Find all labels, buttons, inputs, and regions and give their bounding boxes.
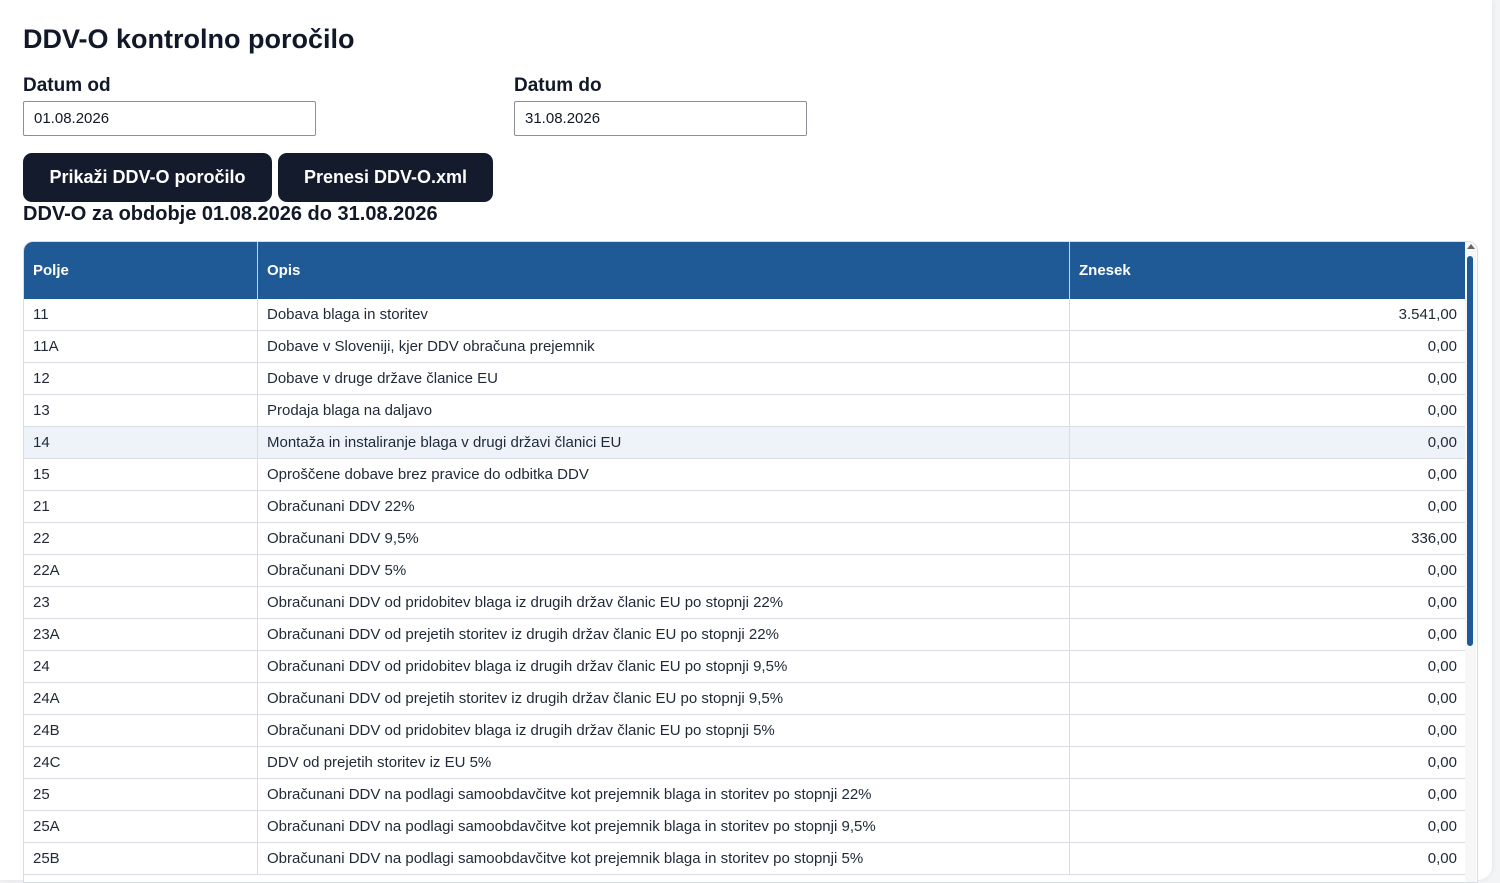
cell-znesek: 0,00 <box>1069 842 1466 875</box>
table-row[interactable]: 12 Dobave v druge države članice EU 0,00 <box>24 362 1466 395</box>
cell-polje: 21 <box>24 490 258 523</box>
table-row[interactable]: 23A Obračunani DDV od prejetih storitev i… <box>24 618 1466 651</box>
cell-polje: 24 <box>24 650 258 683</box>
cell-polje: 25B <box>24 842 258 875</box>
report-heading: DDV-O za obdobje 01.08.2026 do 31.08.202… <box>23 203 438 225</box>
show-report-button[interactable]: Prikaži DDV-O poročilo <box>23 153 272 202</box>
cell-znesek: 0,00 <box>1069 650 1466 683</box>
scroll-up-arrow-icon[interactable] <box>1467 244 1475 249</box>
table-row[interactable]: 21 Obračunani DDV 22% 0,00 <box>24 490 1466 523</box>
table-row[interactable]: 22A Obračunani DDV 5% 0,00 <box>24 554 1466 587</box>
date-from-input[interactable] <box>23 101 316 136</box>
table-row[interactable]: 25A Obračunani DDV na podlagi samoobdavči… <box>24 810 1466 843</box>
cell-znesek: 3.541,00 <box>1069 299 1466 331</box>
cell-polje: 13 <box>24 394 258 427</box>
cell-opis: Obračunani DDV na podlagi samoobdavčitve… <box>257 810 1070 843</box>
cell-polje: 14 <box>24 426 258 459</box>
cell-opis: Obračunani DDV od pridobitev blaga iz dr… <box>257 586 1070 619</box>
table-header-row: Polje Opis Znesek <box>24 242 1466 299</box>
cell-znesek: 0,00 <box>1069 426 1466 459</box>
page-title: DDV-O kontrolno poročilo <box>23 24 355 54</box>
cell-opis: Dobave v druge države članice EU <box>257 362 1070 395</box>
cell-opis: Obračunani DDV na podlagi samoobdavčitve… <box>257 778 1070 811</box>
cell-opis: Montaža in instaliranje blaga v drugi dr… <box>257 426 1070 459</box>
table-row[interactable]: 11 Dobava blaga in storitev 3.541,00 <box>24 299 1466 331</box>
cell-opis: Obračunani DDV od prejetih storitev iz d… <box>257 618 1070 651</box>
cell-polje: 24A <box>24 682 258 715</box>
cell-znesek: 0,00 <box>1069 778 1466 811</box>
cell-opis: DDV od prejetih storitev iz EU 5% <box>257 746 1070 779</box>
download-xml-button[interactable]: Prenesi DDV-O.xml <box>278 153 493 202</box>
report-table-container: Polje Opis Znesek 11 Dobava blaga in stor… <box>23 241 1478 883</box>
cell-polje: 25 <box>24 778 258 811</box>
cell-opis: Obračunani DDV 5% <box>257 554 1070 587</box>
table-row[interactable]: 22 Obračunani DDV 9,5% 336,00 <box>24 522 1466 555</box>
date-to-input[interactable] <box>514 101 807 136</box>
cell-opis: Obračunani DDV na podlagi samoobdavčitve… <box>257 842 1070 875</box>
table-row[interactable]: 25B Obračunani DDV na podlagi samoobdavči… <box>24 842 1466 875</box>
cell-znesek: 0,00 <box>1069 714 1466 747</box>
table-row[interactable]: 11A Dobave v Sloveniji, kjer DDV obračuna… <box>24 330 1466 363</box>
report-table: Polje Opis Znesek 11 Dobava blaga in stor… <box>24 242 1466 875</box>
cell-polje: 23A <box>24 618 258 651</box>
table-row[interactable]: 14 Montaža in instaliranje blaga v drugi … <box>24 426 1466 459</box>
cell-opis: Obračunani DDV 22% <box>257 490 1070 523</box>
table-row[interactable]: 23 Obračunani DDV od pridobitev blaga iz … <box>24 586 1466 619</box>
table-row[interactable]: 24A Obračunani DDV od prejetih storitev i… <box>24 682 1466 715</box>
date-from-label: Datum od <box>23 75 111 96</box>
cell-znesek: 0,00 <box>1069 554 1466 587</box>
cell-opis: Prodaja blaga na daljavo <box>257 394 1070 427</box>
cell-polje: 24B <box>24 714 258 747</box>
cell-znesek: 0,00 <box>1069 490 1466 523</box>
column-header-opis[interactable]: Opis <box>257 242 1070 299</box>
cell-polje: 11 <box>24 299 258 331</box>
cell-polje: 22 <box>24 522 258 555</box>
cell-znesek: 0,00 <box>1069 330 1466 363</box>
column-header-znesek[interactable]: Znesek <box>1069 242 1466 299</box>
cell-polje: 25A <box>24 810 258 843</box>
cell-znesek: 0,00 <box>1069 618 1466 651</box>
report-card: DDV-O kontrolno poročilo Datum od Datum … <box>0 0 1492 883</box>
cell-znesek: 336,00 <box>1069 522 1466 555</box>
cell-polje: 12 <box>24 362 258 395</box>
cell-opis: Obračunani DDV od prejetih storitev iz d… <box>257 682 1070 715</box>
cell-znesek: 0,00 <box>1069 362 1466 395</box>
cell-znesek: 0,00 <box>1069 586 1466 619</box>
table-row[interactable]: 15 Oproščene dobave brez pravice do odbit… <box>24 458 1466 491</box>
cell-opis: Obračunani DDV od pridobitev blaga iz dr… <box>257 650 1070 683</box>
cell-opis: Dobave v Sloveniji, kjer DDV obračuna pr… <box>257 330 1070 363</box>
cell-polje: 22A <box>24 554 258 587</box>
table-row[interactable]: 24C DDV od prejetih storitev iz EU 5% 0,00 <box>24 746 1466 779</box>
date-to-label: Datum do <box>514 75 602 96</box>
table-row[interactable]: 25 Obračunani DDV na podlagi samoobdavčit… <box>24 778 1466 811</box>
cell-znesek: 0,00 <box>1069 810 1466 843</box>
scroll-thumb[interactable] <box>1467 256 1473 646</box>
cell-opis: Obračunani DDV 9,5% <box>257 522 1070 555</box>
cell-polje: 15 <box>24 458 258 491</box>
column-header-polje[interactable]: Polje <box>24 242 258 299</box>
cell-znesek: 0,00 <box>1069 682 1466 715</box>
cell-polje: 24C <box>24 746 258 779</box>
table-body: 11 Dobava blaga in storitev 3.541,00 11A Dob… <box>24 299 1466 875</box>
table-row[interactable]: 13 Prodaja blaga na daljavo 0,00 <box>24 394 1466 427</box>
cell-opis: Obračunani DDV od pridobitev blaga iz dr… <box>257 714 1070 747</box>
cell-znesek: 0,00 <box>1069 458 1466 491</box>
table-scrollbar[interactable] <box>1465 242 1476 882</box>
cell-znesek: 0,00 <box>1069 746 1466 779</box>
cell-polje: 11A <box>24 330 258 363</box>
cell-polje: 23 <box>24 586 258 619</box>
table-row[interactable]: 24B Obračunani DDV od pridobitev blaga iz… <box>24 714 1466 747</box>
cell-opis: Dobava blaga in storitev <box>257 299 1070 331</box>
table-row[interactable]: 24 Obračunani DDV od pridobitev blaga iz … <box>24 650 1466 683</box>
cell-znesek: 0,00 <box>1069 394 1466 427</box>
cell-opis: Oproščene dobave brez pravice do odbitka… <box>257 458 1070 491</box>
